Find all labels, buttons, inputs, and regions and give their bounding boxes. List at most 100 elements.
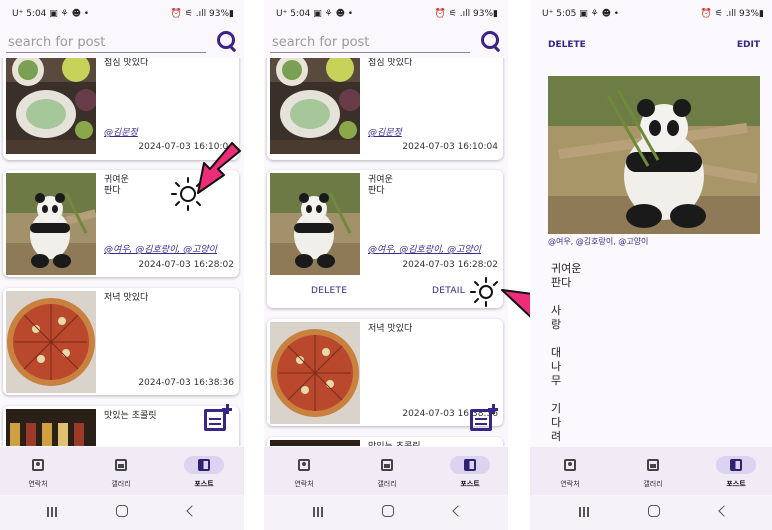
bottom-navigation: 연락처 갤러리 포스트 <box>264 447 508 495</box>
nav-item-gallery[interactable]: 갤러리 <box>91 455 151 495</box>
gallery-icon <box>115 459 127 471</box>
status-time: U⁺ 5:05 ▣ ⚘ ☻ • <box>542 9 620 19</box>
search-input[interactable]: search for post <box>8 35 105 50</box>
content-line: 무 <box>551 374 562 387</box>
post-card[interactable]: 저녁 맛있다 2024-07-03 16:38:36 <box>3 288 239 395</box>
post-card[interactable]: 맛있는 초콜릿 <box>267 437 503 446</box>
nav-item-post[interactable]: 포스트 <box>174 455 234 495</box>
status-bar: U⁺ 5:05 ▣ ⚘ ☻ • ⏰ ⚟ .ıll 93%▮ <box>530 6 772 24</box>
status-time: U⁺ 5:04 ▣ ⚘ ☻ • <box>12 9 90 19</box>
add-post-icon[interactable] <box>202 404 232 434</box>
detail-tags[interactable]: @여우, @김호랑이, @고양이 <box>548 236 648 247</box>
nav-label-contacts: 연락처 <box>28 480 48 488</box>
content-line: ​ <box>551 388 591 402</box>
detail-button[interactable]: DETAIL <box>432 286 465 296</box>
post-tags[interactable]: @김문정 <box>104 125 138 138</box>
pizza-photo <box>6 291 96 393</box>
nav-item-contacts[interactable]: 연락처 <box>274 455 334 495</box>
screen-post-detail: U⁺ 5:05 ▣ ⚘ ☻ • ⏰ ⚟ .ıll 93%▮ DELETE EDI… <box>530 0 772 530</box>
delete-button[interactable]: DELETE <box>548 40 586 50</box>
status-time: U⁺ 5:04 ▣ ⚘ ☻ • <box>276 9 354 19</box>
post-date: 2024-07-03 16:10:04 <box>138 142 234 152</box>
nav-label-contacts: 연락처 <box>294 480 314 488</box>
search-input[interactable]: search for post <box>272 35 369 50</box>
nav-label-gallery: 갤러리 <box>111 480 131 488</box>
post-title: 점심 맛있다 <box>368 58 413 68</box>
status-indicators: ⏰ ⚟ .ıll 93%▮ <box>170 9 234 19</box>
post-icon <box>730 459 742 471</box>
card-actions: DELETE DETAIL <box>267 282 503 304</box>
post-tags[interactable]: @여우, @김호랑이, @고양이 <box>104 242 217 255</box>
nav-item-post[interactable]: 포스트 <box>706 455 766 495</box>
search-underline <box>6 52 206 53</box>
post-title: 귀여운 판다 <box>104 175 129 196</box>
post-card-expanded[interactable]: 귀여운 판다 @여우, @김호랑이, @고양이 2024-07-03 16:28… <box>267 170 503 308</box>
nav-label-contacts: 연락처 <box>560 480 580 488</box>
bottom-navigation: 연락처 갤러리 포스트 <box>530 447 772 495</box>
content-line: ​ <box>551 290 591 304</box>
post-list: 점심 맛있다 @김문정 2024-07-03 16:10:04 귀여운 판다 @… <box>264 58 508 446</box>
back-icon[interactable] <box>186 505 198 517</box>
status-indicators: ⏰ ⚟ .ıll 93%▮ <box>434 9 498 19</box>
gallery-icon <box>381 459 393 471</box>
content-line: 다 <box>551 416 562 429</box>
recent-apps-icon[interactable] <box>46 506 58 518</box>
edit-button[interactable]: EDIT <box>737 40 760 50</box>
panda-photo <box>270 173 360 275</box>
status-bar: U⁺ 5:04 ▣ ⚘ ☻ • ⏰ ⚟ .ıll 93%▮ <box>264 6 508 24</box>
nav-label-post: 포스트 <box>726 480 746 488</box>
post-date: 2024-07-03 16:28:02 <box>138 260 234 270</box>
search-underline <box>270 52 470 53</box>
content-line: ​ <box>551 332 591 346</box>
nav-label-gallery: 갤러리 <box>643 480 663 488</box>
post-card[interactable]: 점심 맛있다 @김문정 2024-07-03 16:10:04 <box>3 58 239 160</box>
content-line: 대 <box>551 346 562 359</box>
post-title: 맛있는 초콜릿 <box>104 411 157 421</box>
post-date: 2024-07-03 16:10:04 <box>402 142 498 152</box>
post-date: 2024-07-03 16:28:02 <box>402 260 498 270</box>
nav-item-gallery[interactable]: 갤러리 <box>623 455 683 495</box>
nav-item-contacts[interactable]: 연락처 <box>8 455 68 495</box>
add-post-icon[interactable] <box>468 404 498 434</box>
recent-apps-icon[interactable] <box>312 506 324 518</box>
back-icon[interactable] <box>452 505 464 517</box>
panda-photo-large <box>548 76 760 234</box>
content-line: 랑 <box>551 318 562 331</box>
content-line: 사 <box>551 304 562 317</box>
post-card[interactable]: 귀여운 판다 @여우, @김호랑이, @고양이 2024-07-03 16:28… <box>3 170 239 277</box>
home-icon[interactable] <box>648 505 660 517</box>
pizza-photo <box>270 322 360 424</box>
lunch-photo <box>270 58 360 154</box>
screen-post-list-expanded: U⁺ 5:04 ▣ ⚘ ☻ • ⏰ ⚟ .ıll 93%▮ search for… <box>264 0 508 530</box>
nav-label-gallery: 갤러리 <box>377 480 397 488</box>
status-indicators: ⏰ ⚟ .ıll 93%▮ <box>700 9 764 19</box>
nav-item-post[interactable]: 포스트 <box>440 455 500 495</box>
post-title: 저녁 맛있다 <box>104 293 149 303</box>
nav-item-gallery[interactable]: 갤러리 <box>357 455 417 495</box>
content-line: 나 <box>551 360 562 373</box>
search-icon[interactable] <box>216 30 238 52</box>
back-icon[interactable] <box>718 505 730 517</box>
recent-apps-icon[interactable] <box>578 506 590 518</box>
status-bar: U⁺ 5:04 ▣ ⚘ ☻ • ⏰ ⚟ .ıll 93%▮ <box>0 6 244 24</box>
content-line: 려 <box>551 430 562 443</box>
post-date: 2024-07-03 16:38:36 <box>138 378 234 388</box>
panda-photo <box>6 173 96 275</box>
content-line: 판다 <box>551 276 572 289</box>
delete-button[interactable]: DELETE <box>311 286 347 296</box>
contacts-icon <box>298 459 310 471</box>
nav-label-post: 포스트 <box>194 480 214 488</box>
home-icon[interactable] <box>382 505 394 517</box>
post-tags[interactable]: @김문정 <box>368 125 402 138</box>
post-tags[interactable]: @여우, @김호랑이, @고양이 <box>368 242 481 255</box>
post-card[interactable]: 점심 맛있다 @김문정 2024-07-03 16:10:04 <box>267 58 503 160</box>
search-icon[interactable] <box>480 30 502 52</box>
post-icon <box>464 459 476 471</box>
home-icon[interactable] <box>116 505 128 517</box>
chocolate-photo <box>270 440 360 446</box>
content-line: 귀여운 <box>551 262 582 275</box>
post-title: 맛있는 초콜릿 <box>368 442 468 446</box>
contacts-icon <box>32 459 44 471</box>
nav-item-contacts[interactable]: 연락처 <box>540 455 600 495</box>
chocolate-photo <box>6 409 96 446</box>
